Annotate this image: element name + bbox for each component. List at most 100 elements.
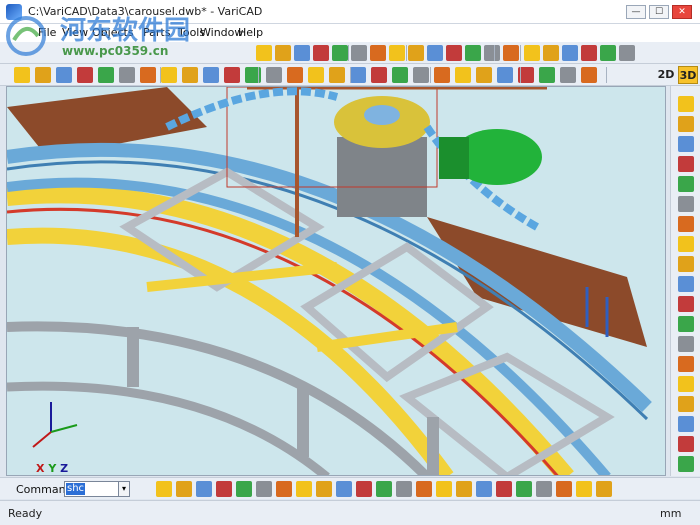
command-tool-icon[interactable] [296,481,312,497]
primary-tool-icon[interactable] [294,45,310,61]
side-tool-icon[interactable] [678,116,694,132]
secondary-tool-icon[interactable] [161,67,177,83]
command-tool-icon[interactable] [556,481,572,497]
primary-tool-icon[interactable] [351,45,367,61]
command-tool-icon[interactable] [336,481,352,497]
secondary-tool-icon[interactable] [413,67,429,83]
side-tool-icon[interactable] [678,296,694,312]
primary-tool-icon[interactable] [313,45,329,61]
side-tool-icon[interactable] [678,176,694,192]
command-tool-icon[interactable] [156,481,172,497]
primary-tool-icon[interactable] [446,45,462,61]
side-tool-icon[interactable] [678,456,694,472]
secondary-tool-icon[interactable] [497,67,513,83]
primary-tool-icon[interactable] [465,45,481,61]
secondary-tool-icon[interactable] [539,67,555,83]
side-tool-icon[interactable] [678,256,694,272]
minimize-button[interactable]: — [626,5,646,19]
side-tool-icon[interactable] [678,156,694,172]
side-tool-icon[interactable] [678,136,694,152]
primary-tool-icon[interactable] [427,45,443,61]
view-3d-button[interactable]: 3D [678,66,698,84]
secondary-tool-icon[interactable] [308,67,324,83]
primary-tool-icon[interactable] [524,45,540,61]
command-tool-icon[interactable] [436,481,452,497]
side-tool-icon[interactable] [678,416,694,432]
command-tool-icon[interactable] [536,481,552,497]
secondary-tool-icon[interactable] [35,67,51,83]
secondary-tool-icon[interactable] [14,67,30,83]
maximize-button[interactable]: ☐ [649,5,669,19]
command-tool-icon[interactable] [396,481,412,497]
command-dropdown[interactable]: ▾ [118,481,130,497]
secondary-tool-icon[interactable] [119,67,135,83]
secondary-tool-icon[interactable] [371,67,387,83]
secondary-tool-icon[interactable] [77,67,93,83]
secondary-tool-icon[interactable] [560,67,576,83]
primary-tool-icon[interactable] [408,45,424,61]
secondary-tool-icon[interactable] [581,67,597,83]
primary-tool-icon[interactable] [370,45,386,61]
primary-tool-icon[interactable] [581,45,597,61]
primary-tool-icon[interactable] [332,45,348,61]
primary-tool-icon[interactable] [389,45,405,61]
secondary-tool-icon[interactable] [476,67,492,83]
watermark-logo [6,16,46,56]
secondary-tool-icon[interactable] [98,67,114,83]
command-tool-icon[interactable] [276,481,292,497]
side-tool-icon[interactable] [678,356,694,372]
primary-tool-icon[interactable] [503,45,519,61]
menu-window[interactable]: Window [200,26,243,39]
secondary-tool-icon[interactable] [224,67,240,83]
command-tool-icon[interactable] [456,481,472,497]
primary-tool-icon[interactable] [256,45,272,61]
command-tool-icon[interactable] [576,481,592,497]
side-tool-icon[interactable] [678,336,694,352]
side-tool-icon[interactable] [678,196,694,212]
primary-tool-icon[interactable] [600,45,616,61]
command-tool-icon[interactable] [176,481,192,497]
command-tool-icon[interactable] [596,481,612,497]
menu-help[interactable]: Help [238,26,263,39]
secondary-tool-icon[interactable] [266,67,282,83]
side-tool-icon[interactable] [678,96,694,112]
secondary-tool-icon[interactable] [392,67,408,83]
secondary-tool-icon[interactable] [203,67,219,83]
command-tool-icon[interactable] [376,481,392,497]
primary-tool-icon[interactable] [484,45,500,61]
secondary-tool-icon[interactable] [455,67,471,83]
side-tool-icon[interactable] [678,436,694,452]
side-tool-icon[interactable] [678,376,694,392]
primary-tool-icon[interactable] [275,45,291,61]
view-2d-button[interactable]: 2D [656,66,676,84]
command-tool-icon[interactable] [496,481,512,497]
command-tool-icon[interactable] [516,481,532,497]
secondary-tool-icon[interactable] [140,67,156,83]
command-tool-icon[interactable] [196,481,212,497]
command-tool-icon[interactable] [416,481,432,497]
close-button[interactable]: ✕ [672,5,692,19]
secondary-tool-icon[interactable] [434,67,450,83]
command-tool-icon[interactable] [256,481,272,497]
secondary-tool-icon[interactable] [329,67,345,83]
secondary-tool-icon[interactable] [350,67,366,83]
command-tool-icon[interactable] [236,481,252,497]
command-tool-icon[interactable] [216,481,232,497]
axis-indicator: X Y Z [36,462,68,475]
gear-hub [364,105,400,125]
secondary-tool-icon[interactable] [287,67,303,83]
side-tool-icon[interactable] [678,236,694,252]
side-tool-icon[interactable] [678,276,694,292]
primary-tool-icon[interactable] [562,45,578,61]
secondary-tool-icon[interactable] [56,67,72,83]
side-tool-icon[interactable] [678,316,694,332]
command-tool-icon[interactable] [356,481,372,497]
primary-tool-icon[interactable] [543,45,559,61]
command-tool-icon[interactable] [316,481,332,497]
model-viewport[interactable] [6,86,666,476]
command-tool-icon[interactable] [476,481,492,497]
secondary-tool-icon[interactable] [182,67,198,83]
side-tool-icon[interactable] [678,216,694,232]
primary-tool-icon[interactable] [619,45,635,61]
side-tool-icon[interactable] [678,396,694,412]
